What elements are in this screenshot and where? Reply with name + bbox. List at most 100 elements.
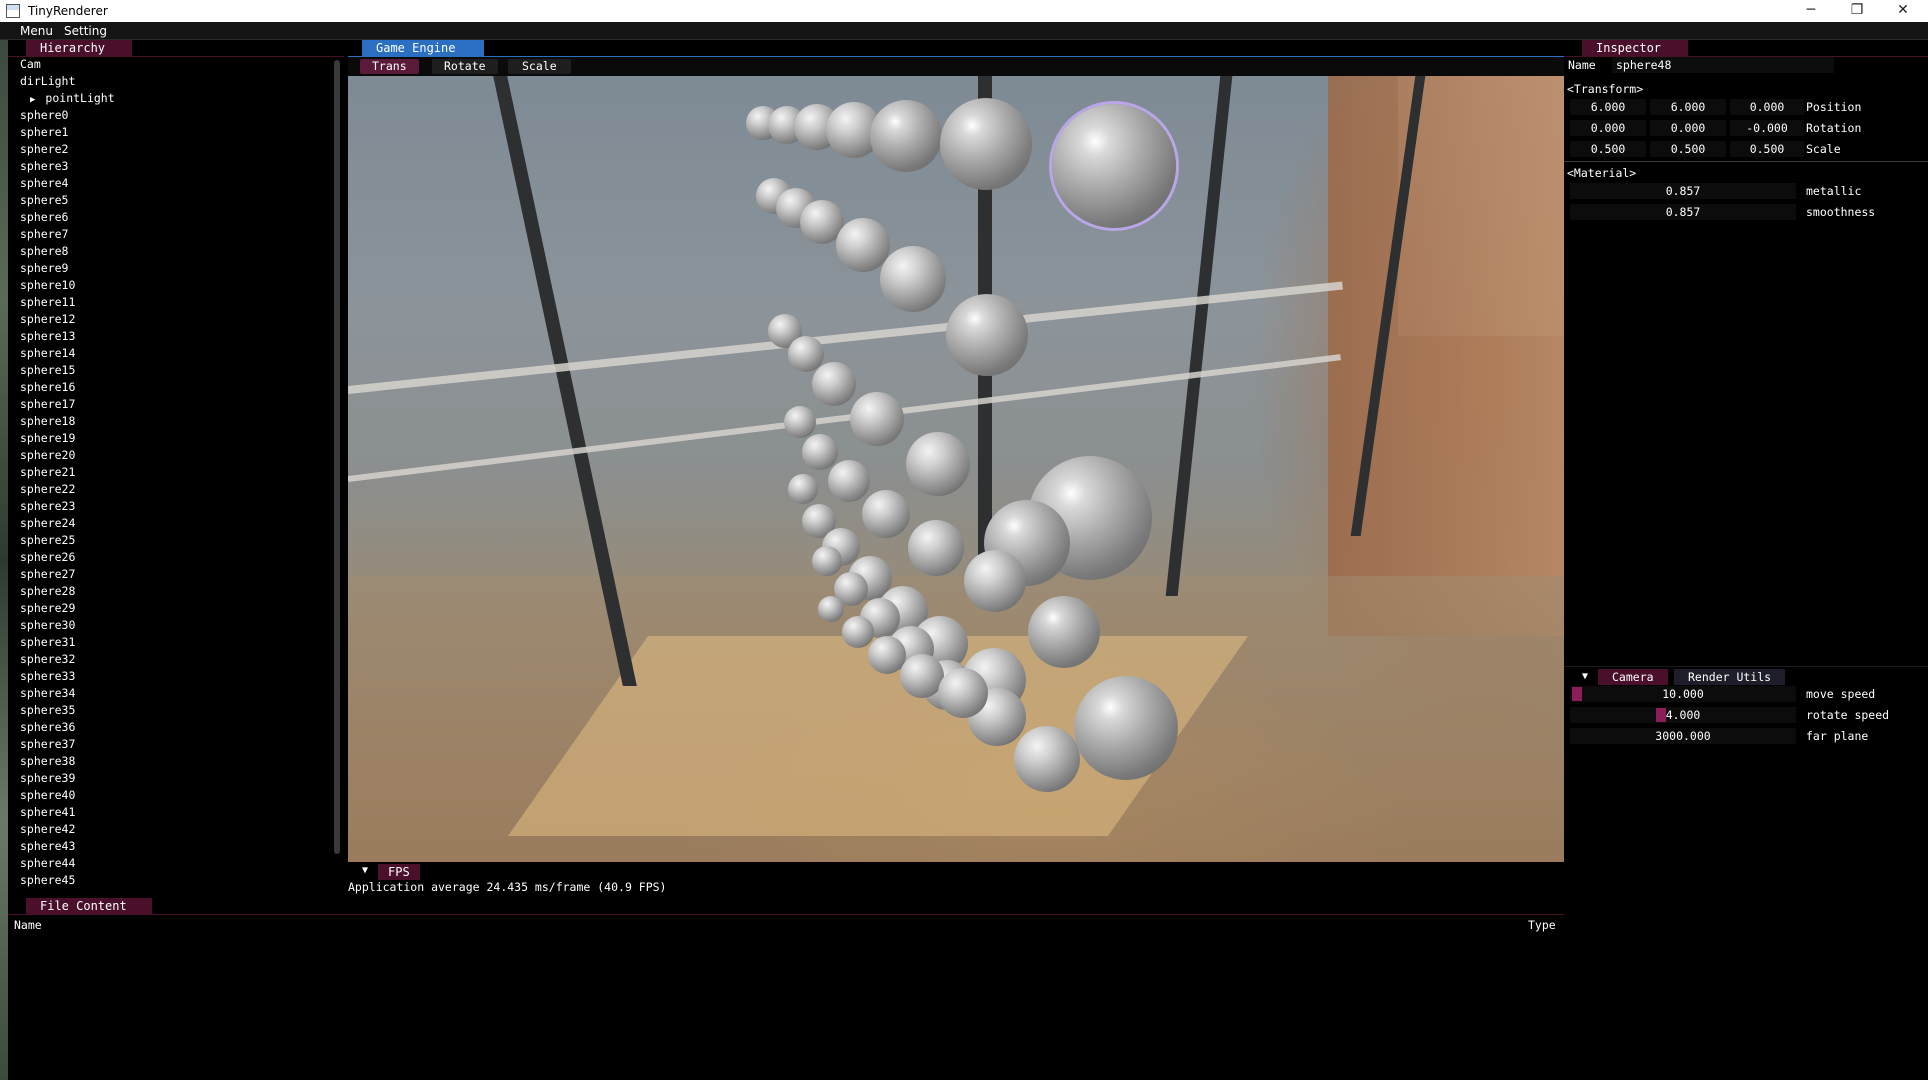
- scene-sphere[interactable]: [906, 432, 970, 496]
- tab-hierarchy[interactable]: Hierarchy: [26, 40, 132, 56]
- hierarchy-item[interactable]: sphere5: [20, 192, 68, 209]
- column-header-name[interactable]: Name: [14, 918, 42, 932]
- hierarchy-item[interactable]: sphere22: [20, 481, 75, 498]
- hierarchy-item[interactable]: sphere11: [20, 294, 75, 311]
- position-x-field[interactable]: 6.000: [1570, 99, 1646, 115]
- hierarchy-item[interactable]: sphere18: [20, 413, 75, 430]
- hierarchy-item[interactable]: sphere20: [20, 447, 75, 464]
- hierarchy-item[interactable]: Cam: [20, 56, 41, 73]
- tab-camera[interactable]: Camera: [1598, 669, 1668, 685]
- tab-game-engine[interactable]: Game Engine: [362, 40, 484, 56]
- hierarchy-item[interactable]: sphere40: [20, 787, 75, 804]
- scale-x-field[interactable]: 0.500: [1570, 141, 1646, 157]
- hierarchy-item[interactable]: sphere42: [20, 821, 75, 838]
- hierarchy-item[interactable]: sphere25: [20, 532, 75, 549]
- position-y-field[interactable]: 6.000: [1650, 99, 1726, 115]
- close-icon[interactable]: ✕: [1880, 0, 1926, 22]
- move-speed-slider-grab[interactable]: [1572, 687, 1582, 701]
- hierarchy-item[interactable]: sphere36: [20, 719, 75, 736]
- expand-arrow-icon[interactable]: ▶: [30, 95, 35, 105]
- hierarchy-item[interactable]: sphere26: [20, 549, 75, 566]
- rotation-y-field[interactable]: 0.000: [1650, 120, 1726, 136]
- hierarchy-item[interactable]: ▶ pointLight: [30, 90, 115, 107]
- scene-sphere[interactable]: [1014, 726, 1080, 792]
- rotation-x-field[interactable]: 0.000: [1570, 120, 1646, 136]
- metallic-slider[interactable]: 0.857: [1570, 183, 1796, 199]
- hierarchy-scrollbar[interactable]: [334, 60, 340, 854]
- scale-z-field[interactable]: 0.500: [1730, 141, 1804, 157]
- scene-sphere[interactable]: [870, 100, 942, 172]
- hierarchy-item[interactable]: sphere7: [20, 226, 68, 243]
- hierarchy-item[interactable]: sphere35: [20, 702, 75, 719]
- hierarchy-item[interactable]: dirLight: [20, 73, 75, 90]
- menu-item-menu[interactable]: Menu: [20, 24, 53, 38]
- hierarchy-item[interactable]: sphere10: [20, 277, 75, 294]
- scene-sphere[interactable]: [818, 596, 844, 622]
- name-field[interactable]: sphere48: [1612, 57, 1834, 73]
- hierarchy-item[interactable]: sphere37: [20, 736, 75, 753]
- scene-sphere[interactable]: [908, 520, 964, 576]
- scene-sphere[interactable]: [1074, 676, 1178, 780]
- hierarchy-item[interactable]: sphere14: [20, 345, 75, 362]
- hierarchy-item[interactable]: sphere23: [20, 498, 75, 515]
- tool-trans-button[interactable]: Trans: [360, 59, 419, 74]
- collapse-icon[interactable]: ▼: [362, 865, 368, 876]
- hierarchy-item[interactable]: sphere1: [20, 124, 68, 141]
- rotation-z-field[interactable]: -0.000: [1730, 120, 1804, 136]
- hierarchy-item[interactable]: sphere28: [20, 583, 75, 600]
- hierarchy-item[interactable]: sphere39: [20, 770, 75, 787]
- far-plane-slider[interactable]: 3000.000: [1570, 728, 1796, 744]
- hierarchy-item[interactable]: sphere8: [20, 243, 68, 260]
- hierarchy-item[interactable]: sphere24: [20, 515, 75, 532]
- smoothness-slider[interactable]: 0.857: [1570, 204, 1796, 220]
- hierarchy-item[interactable]: sphere45: [20, 872, 75, 889]
- tool-scale-button[interactable]: Scale: [508, 59, 571, 74]
- scene-sphere[interactable]: [946, 294, 1028, 376]
- scene-sphere[interactable]: [812, 546, 842, 576]
- maximize-icon[interactable]: ❐: [1834, 0, 1880, 22]
- scene-sphere[interactable]: [850, 392, 904, 446]
- tab-file-content[interactable]: File Content: [26, 898, 152, 914]
- scene-sphere[interactable]: [842, 616, 874, 648]
- scene-sphere[interactable]: [784, 406, 816, 438]
- hierarchy-item[interactable]: sphere6: [20, 209, 68, 226]
- hierarchy-item[interactable]: sphere30: [20, 617, 75, 634]
- scene-sphere[interactable]: [812, 362, 856, 406]
- hierarchy-item[interactable]: sphere12: [20, 311, 75, 328]
- hierarchy-item[interactable]: sphere3: [20, 158, 68, 175]
- collapse-icon[interactable]: ▼: [1578, 669, 1592, 685]
- hierarchy-item[interactable]: sphere33: [20, 668, 75, 685]
- scene-sphere[interactable]: [938, 668, 988, 718]
- hierarchy-item[interactable]: sphere29: [20, 600, 75, 617]
- hierarchy-item[interactable]: sphere27: [20, 566, 75, 583]
- scene-sphere[interactable]: [964, 550, 1026, 612]
- hierarchy-item[interactable]: sphere44: [20, 855, 75, 872]
- hierarchy-item[interactable]: sphere15: [20, 362, 75, 379]
- hierarchy-item[interactable]: sphere17: [20, 396, 75, 413]
- column-header-type[interactable]: Type: [1528, 918, 1556, 932]
- hierarchy-item[interactable]: sphere19: [20, 430, 75, 447]
- rotate-speed-slider-grab[interactable]: [1656, 708, 1666, 722]
- hierarchy-item[interactable]: sphere13: [20, 328, 75, 345]
- scale-y-field[interactable]: 0.500: [1650, 141, 1726, 157]
- tab-render-utils[interactable]: Render Utils: [1674, 669, 1786, 685]
- scene-sphere[interactable]: [862, 490, 910, 538]
- selected-sphere[interactable]: [1052, 104, 1176, 228]
- fps-section-label[interactable]: FPS: [378, 864, 420, 880]
- position-z-field[interactable]: 0.000: [1730, 99, 1804, 115]
- hierarchy-item[interactable]: sphere41: [20, 804, 75, 821]
- scene-sphere[interactable]: [940, 98, 1032, 190]
- scene-sphere[interactable]: [828, 460, 870, 502]
- rotate-speed-slider[interactable]: 4.000: [1570, 707, 1796, 723]
- hierarchy-item[interactable]: sphere34: [20, 685, 75, 702]
- hierarchy-item[interactable]: sphere32: [20, 651, 75, 668]
- tab-inspector[interactable]: Inspector: [1582, 40, 1688, 56]
- hierarchy-item[interactable]: sphere38: [20, 753, 75, 770]
- hierarchy-item[interactable]: sphere2: [20, 141, 68, 158]
- scene-sphere[interactable]: [802, 434, 838, 470]
- hierarchy-item[interactable]: sphere4: [20, 175, 68, 192]
- scene-sphere[interactable]: [880, 246, 946, 312]
- hierarchy-item[interactable]: sphere31: [20, 634, 75, 651]
- move-speed-slider[interactable]: 10.000: [1570, 686, 1796, 702]
- tool-rotate-button[interactable]: Rotate: [432, 59, 498, 74]
